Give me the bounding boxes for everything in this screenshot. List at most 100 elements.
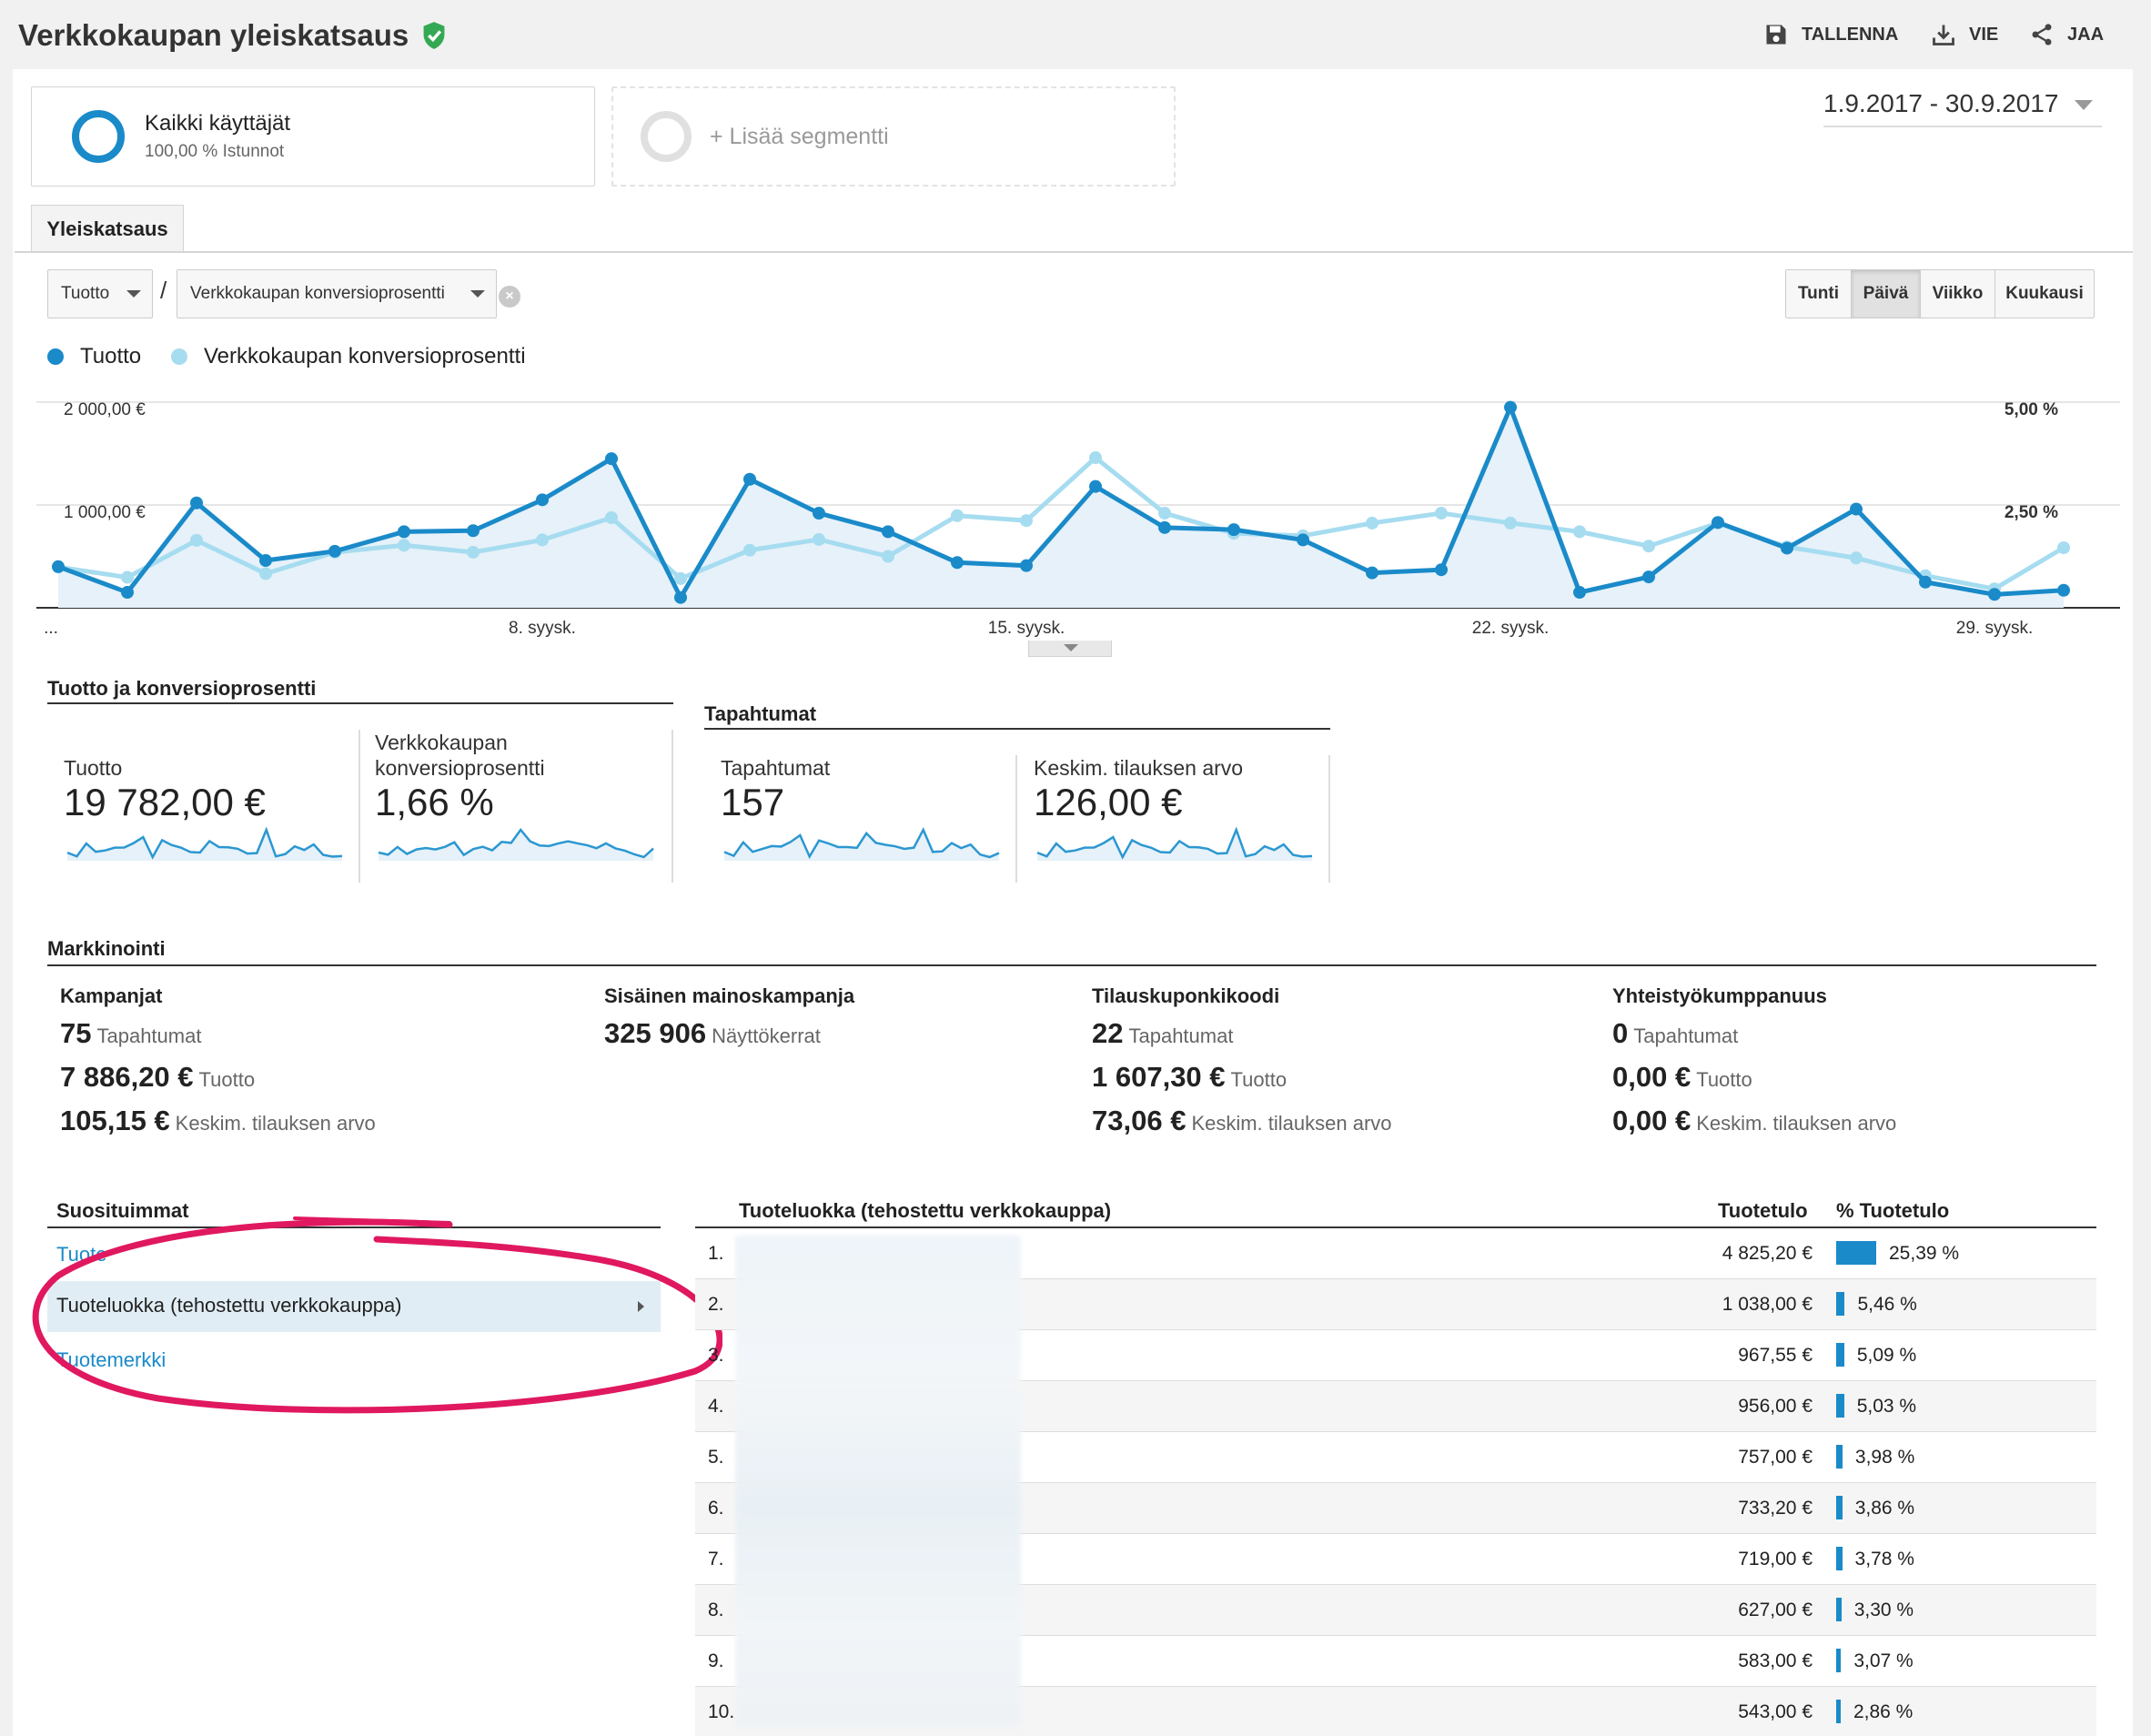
data-point-revenue <box>1850 502 1863 516</box>
marketing-metric: 75 Tapahtumat <box>60 1017 202 1049</box>
share-bar <box>1836 1343 1844 1367</box>
granularity-week[interactable]: Viikko <box>1921 270 1995 318</box>
granularity-day-label: Päivä <box>1863 284 1909 303</box>
chart-collapse-handle[interactable] <box>1028 641 1112 657</box>
row-number: 8. <box>708 1600 724 1620</box>
legend-item-conversion[interactable]: Verkkokaupan konversioprosentti <box>171 344 526 369</box>
data-point-revenue <box>882 525 894 539</box>
data-point-conversion <box>259 567 272 580</box>
y-tick-label-left: 1 000,00 € <box>64 503 146 522</box>
legend-item-revenue[interactable]: Tuotto <box>47 344 141 369</box>
highlight-ellipse-annotation <box>32 1216 722 1414</box>
chevron-down-icon <box>470 290 485 298</box>
scorecard-label: Verkkokaupan konversioprosentti <box>375 731 545 780</box>
scorecard-conversion[interactable]: Verkkokaupan konversioprosentti 1,66 % <box>375 730 654 865</box>
data-point-conversion <box>882 550 894 563</box>
segment-ring-icon <box>72 110 125 163</box>
row-revenue: 543,00 € <box>1738 1701 1813 1722</box>
export-button[interactable]: VIE <box>1931 22 1998 47</box>
scorecard-transactions[interactable]: Tapahtumat 157 <box>721 755 1003 865</box>
row-revenue: 967,55 € <box>1738 1345 1813 1366</box>
marketing-metric: 0,00 € Tuotto <box>1612 1061 1752 1093</box>
data-point-conversion <box>743 543 756 557</box>
empty-segment-ring-icon <box>641 111 692 162</box>
export-label: VIE <box>1969 24 1999 45</box>
card-divider <box>358 730 360 883</box>
card-divider <box>672 730 673 883</box>
segment-name: Kaikki käyttäjät <box>145 111 291 136</box>
row-share: 3,78 % <box>1854 1549 1914 1569</box>
table-header-revenue-share[interactable]: % Tuotetulo <box>1836 1199 1949 1223</box>
data-point-conversion <box>467 545 480 559</box>
table-header-revenue[interactable]: Tuotetulo <box>1718 1199 1808 1223</box>
marketing-metric: 7 886,20 € Tuotto <box>60 1061 256 1093</box>
metric-select-primary[interactable]: Tuotto <box>47 269 153 318</box>
table-header-dimension[interactable]: Tuoteluokka (tehostettu verkkokauppa) <box>739 1199 1111 1223</box>
data-point-revenue <box>467 524 480 538</box>
row-number: 4. <box>708 1396 724 1417</box>
data-point-revenue <box>1158 520 1171 534</box>
segment-all-users[interactable]: Kaikki käyttäjät 100,00 % Istunnot <box>31 86 595 187</box>
scorecard-revenue[interactable]: Tuotto 19 782,00 € <box>64 755 346 865</box>
row-revenue: 4 825,20 € <box>1722 1243 1813 1264</box>
add-segment-label: + Lisää segmentti <box>710 123 889 149</box>
remove-metric-icon[interactable]: × <box>499 286 520 308</box>
row-number: 6. <box>708 1498 724 1519</box>
scorecard-label: Keskim. tilauksen arvo <box>1034 756 1244 780</box>
marketing-metric: 73,06 € Keskim. tilauksen arvo <box>1092 1105 1392 1136</box>
marketing-coupon-code: Tilauskuponkikoodi 22 Tapahtumat 1 607,30… <box>1092 984 1392 1137</box>
row-number: 1. <box>708 1243 724 1264</box>
marketing-affiliation: Yhteistyökumppanuus 0 Tapahtumat 0,00 € Tu… <box>1612 984 1896 1137</box>
metric-select-secondary[interactable]: Verkkokaupan konversioprosentti <box>177 269 497 318</box>
date-range-picker[interactable]: 1.9.2017 - 30.9.2017 <box>1823 89 2102 127</box>
chevron-down-icon <box>2075 100 2094 110</box>
row-share: 2,86 % <box>1853 1701 1914 1722</box>
data-point-revenue <box>951 556 964 570</box>
share-button[interactable]: JAA <box>2029 22 2104 47</box>
data-point-conversion <box>2057 541 2070 555</box>
page-title: Verkkokaupan yleiskatsaus <box>18 18 447 53</box>
segment-sub: 100,00 % Istunnot <box>145 142 285 161</box>
share-bar <box>1836 1292 1845 1316</box>
add-segment-button[interactable]: + Lisää segmentti <box>611 86 1176 187</box>
sparkline <box>66 826 343 861</box>
marketing-column-head: Kampanjat <box>60 984 163 1007</box>
data-point-conversion <box>1158 507 1171 520</box>
sparkline <box>723 827 1000 861</box>
data-point-revenue <box>813 507 825 520</box>
row-share: 5,09 % <box>1856 1345 1917 1366</box>
data-point-conversion <box>1366 516 1378 530</box>
marketing-campaigns: Kampanjat 75 Tapahtumat 7 886,20 € Tuotto … <box>60 984 376 1137</box>
marketing-metric: 325 906 Näyttökerrat <box>604 1017 821 1049</box>
data-point-revenue <box>1504 400 1517 414</box>
marketing-metric: 22 Tapahtumat <box>1092 1017 1234 1049</box>
redacted-category-names <box>735 1236 1021 1727</box>
scorecard-avg-order[interactable]: Keskim. tilauksen arvo 126,00 € <box>1034 755 1316 865</box>
granularity-hour[interactable]: Tunti <box>1786 270 1852 318</box>
row-number: 5. <box>708 1447 724 1468</box>
granularity-day[interactable]: Päivä <box>1852 270 1921 318</box>
data-point-revenue <box>674 590 687 604</box>
data-point-conversion <box>1850 551 1863 565</box>
legend-label: Tuotto <box>80 344 142 368</box>
granularity-week-label: Viikko <box>1932 284 1984 303</box>
x-tick-label: ... <box>44 619 58 638</box>
marketing-column-head: Tilauskuponkikoodi <box>1092 984 1280 1007</box>
row-number: 3. <box>708 1345 724 1366</box>
granularity-month[interactable]: Kuukausi <box>1995 270 2094 318</box>
data-point-revenue <box>1297 533 1309 547</box>
legend-dot-icon <box>171 348 187 365</box>
row-number: 9. <box>708 1650 724 1671</box>
data-point-conversion <box>674 571 687 585</box>
share-icon <box>2032 24 2052 45</box>
metric-separator: / <box>160 277 167 304</box>
tab-overview[interactable]: Yleiskatsaus <box>31 205 184 252</box>
save-button[interactable]: TALLENNA <box>1763 22 1898 47</box>
scorecard-value: 19 782,00 € <box>64 781 266 823</box>
page-title-text: Verkkokaupan yleiskatsaus <box>18 18 409 52</box>
legend-dot-icon <box>47 348 64 365</box>
x-tick-label: 15. syysk. <box>988 619 1065 638</box>
share-bar <box>1836 1496 1843 1519</box>
row-revenue: 733,20 € <box>1738 1498 1813 1519</box>
data-point-revenue <box>1020 559 1033 572</box>
